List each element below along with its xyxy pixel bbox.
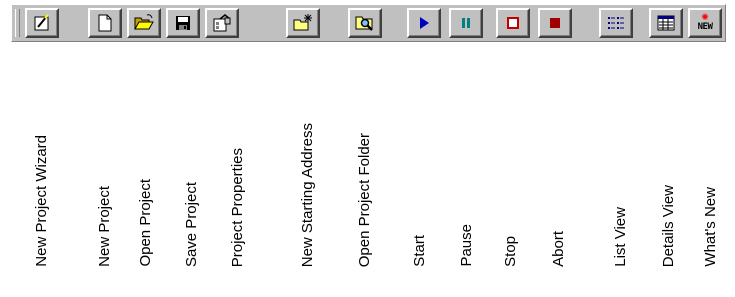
open-project-button[interactable] [127, 8, 161, 38]
new-starting-address-label: New Starting Address [299, 122, 316, 267]
blank-page-icon [98, 14, 112, 32]
pause-icon [462, 18, 470, 28]
new-starting-address-button[interactable] [286, 8, 320, 38]
properties-icon [213, 14, 231, 32]
list-view-label: List View [612, 207, 629, 267]
whats-new-button[interactable]: ✺ NEW [688, 8, 722, 38]
list-view-icon [608, 17, 624, 29]
save-project-button[interactable] [166, 8, 200, 38]
wand-note-icon [34, 14, 49, 31]
whats-new-label: What's New [702, 187, 719, 267]
project-properties-label: Project Properties [229, 147, 246, 267]
list-view-button[interactable] [599, 8, 633, 38]
save-project-label: Save Project [183, 181, 200, 267]
stop-icon [507, 17, 519, 29]
project-properties-button[interactable] [205, 8, 239, 38]
abort-label: Abort [550, 231, 567, 267]
new-project-wizard-label: New Project Wizard [33, 135, 50, 267]
stop-button[interactable] [496, 8, 530, 38]
open-project-folder-label: Open Project Folder [356, 132, 373, 267]
toolbar-grip[interactable] [15, 9, 20, 37]
open-project-label: Open Project [137, 179, 154, 267]
start-label: Start [411, 235, 428, 267]
new-project-button[interactable] [88, 8, 122, 38]
play-icon [420, 17, 429, 29]
folder-magnifier-icon [355, 16, 373, 31]
open-project-folder-button[interactable] [348, 8, 382, 38]
start-button[interactable] [407, 8, 441, 38]
toolbar: ✺ NEW [0, 0, 735, 43]
floppy-disk-icon [176, 16, 190, 30]
folder-sparkle-icon [293, 14, 312, 31]
stop-label: Stop [502, 236, 519, 267]
new-project-wizard-button[interactable] [25, 8, 59, 38]
abort-icon [550, 18, 560, 28]
new-badge-text: NEW [697, 22, 713, 32]
open-folder-icon [134, 14, 154, 30]
abort-button[interactable] [538, 8, 572, 38]
pause-button[interactable] [449, 8, 483, 38]
details-view-label: Details View [660, 184, 677, 267]
pause-label: Pause [458, 224, 475, 267]
new-project-label: New Project [96, 186, 113, 267]
details-view-icon [657, 15, 675, 31]
new-badge-icon: ✺ NEW [697, 13, 713, 32]
details-view-button[interactable] [649, 8, 683, 38]
